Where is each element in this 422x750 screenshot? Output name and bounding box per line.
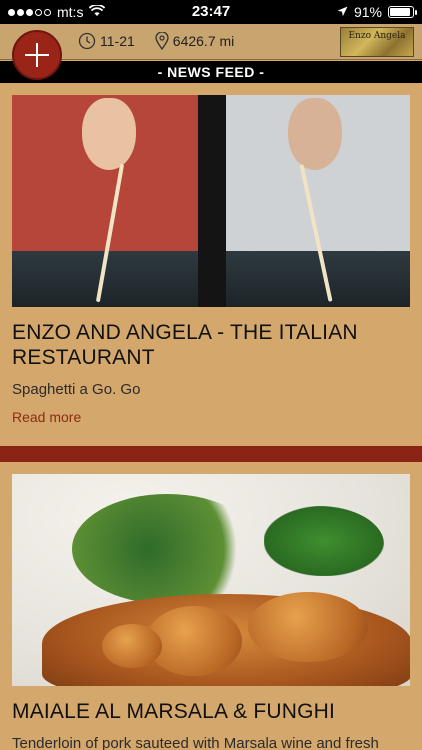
- feed-item-image[interactable]: [12, 95, 410, 307]
- face-left: [82, 98, 136, 170]
- face-right: [288, 98, 342, 170]
- status-right: 91%: [337, 4, 417, 20]
- meta-info: 11-21 6426.7 mi: [78, 32, 234, 50]
- battery-percentage: 91%: [353, 4, 382, 20]
- read-more-link[interactable]: Read more: [12, 409, 81, 425]
- location-pin-icon: [155, 32, 169, 50]
- location-arrow-icon: [337, 4, 348, 20]
- top-bar: 11-21 6426.7 mi Enzo Angela: [0, 24, 422, 60]
- feed-item-description: Spaghetti a Go. Go: [12, 381, 141, 398]
- feed-item-description: Tenderloin of pork sauteed with Marsala …: [12, 735, 379, 750]
- logo-text: Enzo Angela: [348, 31, 406, 41]
- feed-item-title: ENZO AND ANGELA - THE ITALIAN RESTAURANT: [12, 321, 358, 369]
- battery-icon: [388, 6, 417, 18]
- clock-icon: [78, 32, 96, 50]
- news-feed-header: - NEWS FEED -: [0, 61, 422, 83]
- add-button[interactable]: [12, 30, 62, 80]
- feed-divider: [0, 446, 422, 462]
- news-feed: ENZO AND ANGELA - THE ITALIAN RESTAURANT…: [0, 83, 422, 750]
- feed-item[interactable]: MAIALE AL MARSALA & FUNGHI Tenderloin of…: [0, 462, 422, 750]
- date-label: 11-21: [100, 33, 135, 49]
- distance-label: 6426.7 mi: [172, 33, 235, 49]
- restaurant-logo[interactable]: Enzo Angela: [340, 27, 414, 57]
- feed-item-image[interactable]: [12, 474, 410, 686]
- feed-item-title: MAIALE AL MARSALA & FUNGHI: [12, 700, 336, 723]
- feed-item[interactable]: ENZO AND ANGELA - THE ITALIAN RESTAURANT…: [0, 83, 422, 427]
- battery-level: [390, 8, 411, 16]
- status-bar: mt:s 23:47 91%: [0, 0, 422, 24]
